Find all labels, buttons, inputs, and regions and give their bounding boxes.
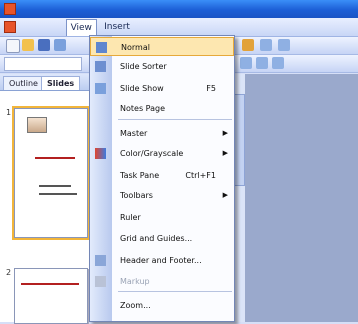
menu-item-label: Slide Show (120, 84, 164, 93)
slide-number: 1 (6, 108, 12, 117)
slide-heading-bar (35, 157, 75, 159)
menu-item-label: Toolbars (120, 191, 153, 200)
submenu-arrow-icon: ▶ (222, 129, 228, 137)
markup-icon (95, 276, 106, 287)
menu-item-label: Grid and Guides... (120, 234, 193, 243)
menu-item-shortcut: Ctrl+F1 (185, 171, 216, 180)
view-menu-item: Markup (90, 272, 234, 291)
new-icon[interactable] (6, 39, 20, 53)
slides-pane: Outline Slides 1 2 (0, 74, 97, 324)
slide-thumbnail[interactable] (14, 268, 88, 324)
view-menu-item[interactable]: Grid and Guides... (90, 229, 234, 248)
menu-8[interactable] (241, 19, 273, 35)
tab-outline[interactable]: Outline (3, 76, 44, 90)
menu-item-shortcut: F5 (206, 84, 216, 93)
menu-insert[interactable]: Insert (100, 19, 134, 35)
menu-item-label: Slide Sorter (120, 62, 167, 71)
menu-7[interactable] (196, 19, 238, 35)
submenu-arrow-icon: ▶ (222, 149, 228, 157)
open-icon[interactable] (22, 39, 34, 51)
view-menu-item[interactable]: Master ▶ (90, 124, 234, 143)
tab-slides[interactable]: Slides (41, 76, 81, 90)
menu-item-label: Color/Grayscale (120, 149, 184, 158)
menu-1[interactable] (21, 19, 39, 35)
insert-chart-icon[interactable] (242, 39, 254, 51)
save-icon[interactable] (38, 39, 50, 51)
view-menu-item[interactable]: Slide Sorter (90, 57, 234, 76)
toolbar-icon[interactable] (256, 57, 268, 69)
font-box[interactable] (4, 57, 82, 71)
menu-separator (118, 291, 232, 292)
normal-view-icon (96, 42, 107, 53)
view-menu-item[interactable]: Toolbars ▶ (90, 186, 234, 205)
menu-2[interactable] (42, 19, 62, 35)
toolbar-icon[interactable] (240, 57, 252, 69)
slide-sorter-icon (95, 61, 106, 72)
menu-item-label: Ruler (120, 213, 141, 222)
toolbar-icon[interactable] (260, 39, 272, 51)
view-menu-item[interactable]: Task Pane Ctrl+F1 (90, 166, 234, 185)
document-icon[interactable] (4, 21, 16, 33)
submenu-arrow-icon: ▶ (222, 191, 228, 199)
header-footer-icon (95, 255, 106, 266)
menu-item-label: Header and Footer... (120, 256, 202, 265)
view-menu-item[interactable]: Header and Footer... (90, 251, 234, 270)
scrollbar-thumb[interactable] (234, 94, 245, 186)
view-menu-item[interactable]: Ruler (90, 208, 234, 227)
slide-thumbnail[interactable] (12, 106, 90, 240)
toolbar-icon[interactable] (272, 57, 284, 69)
menu-item-label: Zoom... (120, 301, 151, 310)
slide-text-line (39, 193, 77, 195)
view-menu-item[interactable]: Normal (90, 37, 234, 56)
view-menu-item[interactable]: Slide Show F5 (90, 79, 234, 98)
pane-tabs: Outline Slides (0, 74, 96, 91)
view-menu-item[interactable]: Color/Grayscale ▶ (90, 144, 234, 163)
slide-text-line (39, 185, 71, 187)
slide-number: 2 (6, 268, 12, 277)
slide-picture (27, 117, 47, 133)
view-menu-item[interactable]: Notes Page (90, 99, 234, 118)
menu-item-label: Master (120, 129, 148, 138)
menu-item-label: Markup (120, 277, 150, 286)
menu-6[interactable] (170, 19, 192, 35)
view-menu-item[interactable]: Zoom... (90, 296, 234, 315)
menu-item-label: Task Pane (120, 171, 160, 180)
toolbar-icon[interactable] (278, 39, 290, 51)
color-grayscale-icon (95, 148, 106, 159)
title-bar[interactable] (0, 0, 358, 18)
slide-heading-bar (21, 283, 79, 285)
menu-9[interactable] (276, 19, 298, 35)
menu-item-label: Notes Page (120, 104, 166, 113)
view-menu-dropdown: Normal Slide Sorter Slide Show F5 Notes Page… (89, 35, 235, 322)
menu-separator (118, 119, 232, 120)
slide-show-icon (95, 83, 106, 94)
menu-item-label: Normal (121, 43, 150, 52)
menu-5[interactable] (137, 19, 167, 35)
powerpoint-icon (4, 3, 16, 15)
toolbar-icon[interactable] (54, 39, 66, 51)
